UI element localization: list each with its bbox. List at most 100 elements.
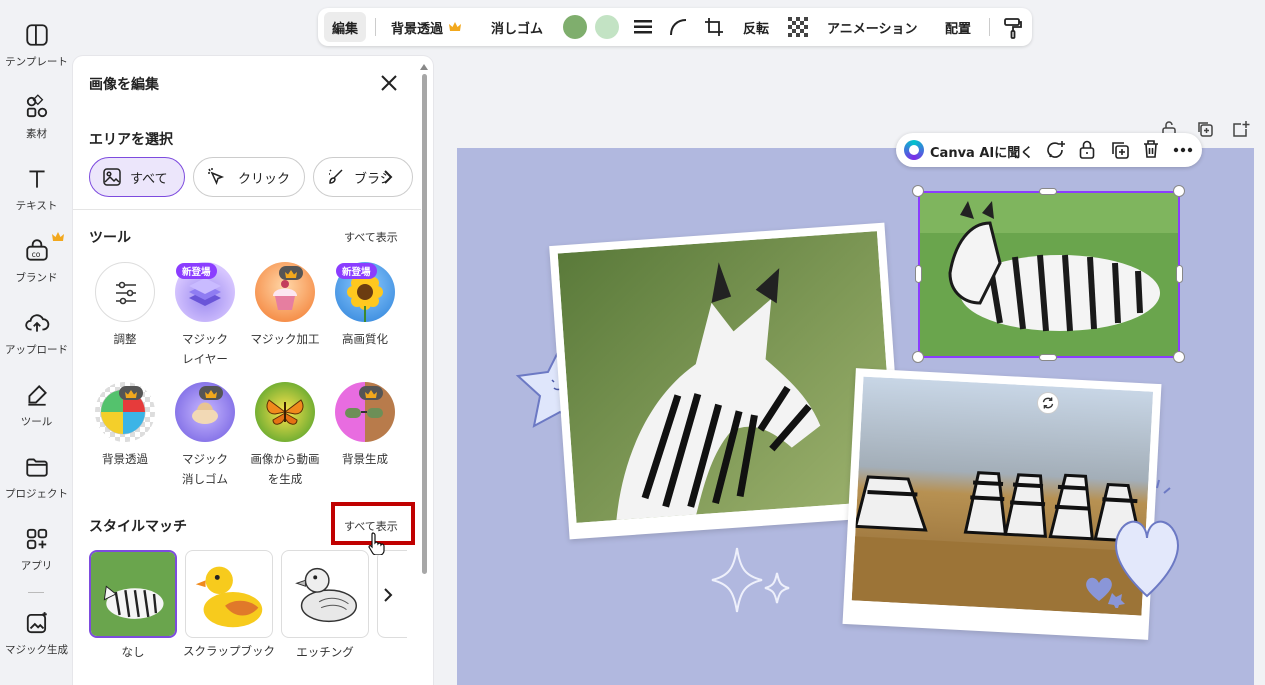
bg-remove-button[interactable]: 背景透過 (391, 8, 462, 46)
rail-item-text[interactable]: テキスト (0, 166, 73, 213)
magic-media-icon (26, 612, 47, 634)
svg-text:co: co (31, 250, 40, 259)
style-label: スクラップブック (183, 644, 275, 658)
resize-handle-bottom-left[interactable] (912, 351, 924, 363)
crown-badge (119, 386, 143, 400)
close-icon[interactable] (378, 72, 400, 94)
panel-title: 画像を編集 (89, 77, 159, 93)
area-option-click[interactable]: クリック (193, 157, 305, 197)
zebra-closeup-image (557, 231, 896, 523)
rotate-handle[interactable] (1037, 392, 1059, 414)
resize-handle-left[interactable] (915, 265, 922, 283)
duplicate-page-icon[interactable] (1196, 120, 1214, 138)
tool-bg-remover[interactable]: 背景透過 (86, 382, 164, 469)
area-section-title: エリアを選択 (89, 132, 173, 148)
tool-label: 画像から動画 を生成 (250, 452, 320, 486)
crop-icon[interactable] (704, 17, 724, 37)
tool-label: 調整 (113, 332, 137, 346)
resize-handle-top-right[interactable] (1173, 185, 1185, 197)
area-option-brush[interactable]: ブラシ (313, 157, 413, 197)
rotate-icon (1042, 397, 1054, 409)
tools-show-all-link[interactable]: すべて表示 (344, 229, 398, 245)
tool-magic-layers[interactable]: 新登場 マジック レイヤー (166, 262, 244, 369)
comment-add-icon[interactable] (1046, 140, 1066, 160)
image-icon (103, 168, 121, 186)
rail-label: プロジェクト (5, 488, 68, 500)
ask-canva-ai-button[interactable]: Canva AIに聞く (930, 142, 1033, 161)
more-icon[interactable] (1173, 147, 1193, 153)
tool-label: 背景透過 (102, 452, 148, 466)
rail-divider (28, 592, 44, 593)
color-swatch-green[interactable] (563, 15, 587, 39)
rail-item-apps[interactable]: アプリ (0, 526, 73, 573)
toolbar-separator (989, 18, 990, 36)
tool-adjust[interactable]: 調整 (86, 262, 164, 349)
sliders-icon (95, 262, 155, 322)
new-badge: 新登場 (336, 263, 377, 279)
tool-image-to-video[interactable]: 画像から動画 を生成 (246, 382, 324, 489)
resize-handle-bottom-right[interactable] (1173, 351, 1185, 363)
pen-tool-icon (27, 385, 47, 406)
add-page-icon[interactable] (1232, 120, 1250, 138)
color-swatch-light-green[interactable] (595, 15, 619, 39)
selection-box (918, 191, 1180, 358)
new-badge: 新登場 (176, 263, 217, 279)
style-etching-thumb[interactable] (281, 550, 369, 638)
tool-label: 高画質化 (342, 332, 388, 346)
area-option-all[interactable]: すべて (89, 157, 185, 197)
corner-rounding-icon[interactable] (668, 17, 688, 37)
rail-label: マジック生成 (5, 644, 68, 656)
canva-ai-icon (904, 140, 924, 160)
elements-icon (26, 94, 47, 118)
area-option-label: クリック (238, 171, 291, 187)
flip-button[interactable]: 反転 (743, 8, 769, 46)
scroll-thumb[interactable] (422, 74, 427, 574)
rail-label: アプリ (20, 560, 53, 572)
area-option-label: すべて (130, 171, 168, 187)
panel-scrollbar[interactable] (420, 64, 428, 685)
chevron-right-icon[interactable] (381, 586, 395, 604)
tool-label: マジック レイヤー (182, 332, 228, 366)
style-none-thumb[interactable] (89, 550, 177, 638)
rail-item-magic-media[interactable]: マジック生成 (0, 610, 73, 657)
resize-handle-top[interactable] (1039, 188, 1057, 195)
rail-item-templates[interactable]: テンプレート (0, 22, 73, 69)
transparency-icon[interactable] (788, 17, 808, 37)
zebra-thumbnail (91, 552, 175, 636)
rail-item-brand[interactable]: co ブランド (0, 232, 73, 285)
resize-handle-bottom[interactable] (1039, 354, 1057, 361)
crown-badge (279, 266, 303, 280)
contextual-toolbar: 編集 背景透過 消しゴム 反転 アニメーション 配置 (318, 8, 1032, 46)
duck-sticker-thumbnail (195, 566, 263, 628)
rail-item-tools[interactable]: ツール (0, 382, 73, 429)
tools-section-title: ツール (89, 230, 131, 246)
chevron-right-icon[interactable] (381, 168, 395, 186)
lock-icon[interactable] (1078, 139, 1096, 159)
resize-handle-right[interactable] (1176, 265, 1183, 283)
resize-handle-top-left[interactable] (912, 185, 924, 197)
trash-icon[interactable] (1142, 139, 1160, 159)
scroll-up-arrow-icon[interactable] (420, 64, 428, 70)
tool-bg-generator[interactable]: 背景生成 (326, 382, 404, 469)
toolbar-separator (375, 18, 376, 36)
eraser-button[interactable]: 消しゴム (491, 8, 543, 46)
position-button[interactable]: 配置 (945, 8, 971, 46)
tool-magic-edit[interactable]: マジック加工 (246, 262, 324, 349)
tool-magic-eraser[interactable]: マジック 消しゴム (166, 382, 244, 489)
crown-badge (199, 386, 223, 400)
animation-button[interactable]: アニメーション (827, 8, 917, 46)
edit-button[interactable]: 編集 (324, 12, 367, 42)
rail-label: 素材 (26, 128, 47, 140)
paint-roller-icon[interactable] (1003, 17, 1023, 39)
element-floating-toolbar: Canva AIに聞く (896, 133, 1202, 167)
panel-divider (73, 209, 421, 210)
rail-item-elements[interactable]: 素材 (0, 94, 73, 141)
duplicate-icon[interactable] (1110, 140, 1130, 160)
heart-sticker (1108, 479, 1179, 608)
butterfly-icon (255, 382, 315, 442)
border-style-icon[interactable] (634, 19, 652, 35)
tool-upscale[interactable]: 新登場 高画質化 (326, 262, 404, 349)
rail-item-uploads[interactable]: アップロード (0, 310, 73, 357)
style-scrapbook-thumb[interactable] (185, 550, 273, 638)
rail-item-projects[interactable]: プロジェクト (0, 454, 73, 501)
